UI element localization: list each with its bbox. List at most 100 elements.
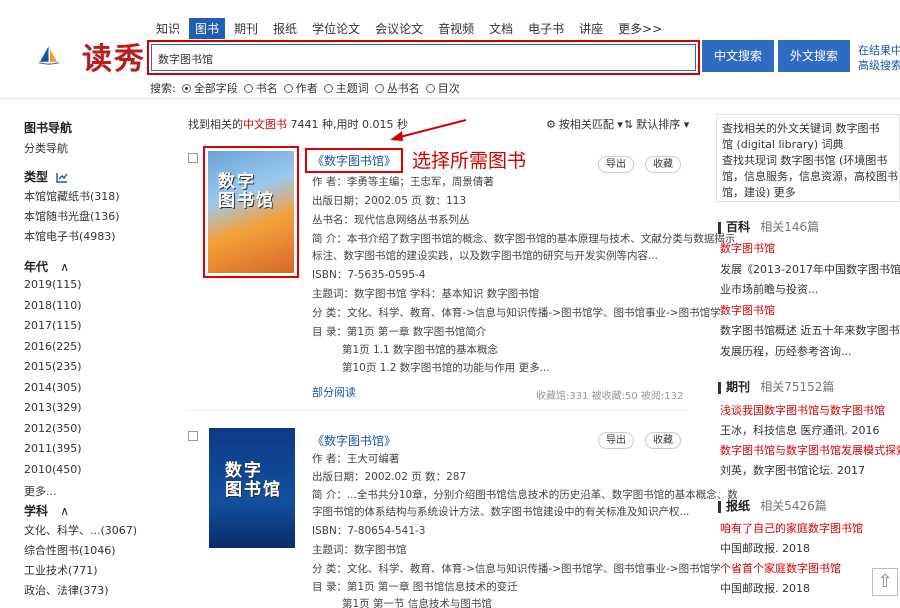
scope-radio-4[interactable] <box>374 83 384 93</box>
scope-option-label: 目次 <box>437 82 460 95</box>
scope-radio-3[interactable] <box>323 83 333 93</box>
book-1-export-button[interactable]: 导出 <box>598 156 634 173</box>
list-item[interactable]: 2016(225) <box>24 340 82 353</box>
list-item[interactable]: 咱有了自己的家庭数字图书馆 <box>720 520 863 536</box>
book-2-summary-1: 简 介：...全书共分10章，分别介绍图书馆信息技术的历史沿革、数字图书馆的基本… <box>312 489 738 501</box>
scope-label: 搜索: <box>150 82 176 95</box>
nav-item-8[interactable]: 电子书 <box>528 18 564 39</box>
list-item[interactable]: 浅谈我国数字图书馆与数字图书馆 <box>720 402 885 418</box>
list-item[interactable]: 本馆馆藏纸书(318) <box>24 188 120 204</box>
book-1-date-pages: 出版日期：2002.05 页 数：113 <box>312 195 467 207</box>
list-item[interactable]: 2011(395) <box>24 442 82 455</box>
chinese-search-button[interactable]: 中文搜索 <box>702 40 774 72</box>
nav-item-1[interactable]: 图书 <box>189 18 226 39</box>
scope-radio-5[interactable] <box>425 83 435 93</box>
baike-header: 百科 相关146篇 <box>718 218 819 235</box>
search-input[interactable]: 数字图书馆 <box>151 44 696 71</box>
list-item[interactable]: 王冰，科技信息 医疗通讯. 2016 <box>720 422 879 438</box>
right-keyword-line-2[interactable]: 馆 (digital library) 词典 <box>722 136 844 152</box>
book-1-favorite-button[interactable]: 收藏 <box>645 156 681 173</box>
list-item[interactable]: 业市场前瞻与投资... <box>720 281 819 297</box>
annotation-arrow-icon <box>390 119 467 141</box>
book-2-cover[interactable]: 数字 图书馆 <box>209 428 295 548</box>
book-1-toc-1: 目 录：第1页 第一章 数字图书馆简介 <box>312 326 487 338</box>
book-2-author: 作 者：王大可编著 <box>312 453 400 465</box>
list-item[interactable]: 数字图书馆与数字图书馆发展模式探索 <box>720 442 900 458</box>
list-item[interactable]: 个省首个家庭数字图书馆 <box>720 560 841 576</box>
nav-item-6[interactable]: 音视频 <box>438 18 474 39</box>
list-item[interactable]: 政治、法律(373) <box>24 582 109 598</box>
list-item[interactable]: 刘英，数字图书馆论坛. 2017 <box>720 462 865 478</box>
list-item[interactable]: 2013(329) <box>24 401 82 414</box>
advanced-search-link[interactable]: 高级搜索 <box>858 57 900 73</box>
list-item[interactable]: 数字图书馆概述 近五十年来数字图书馆的 <box>720 322 900 338</box>
book-2-checkbox[interactable] <box>188 431 198 441</box>
nav-item-7[interactable]: 文档 <box>489 18 513 39</box>
scope-option-label: 丛书名 <box>386 82 420 95</box>
nav-item-10[interactable]: 更多>> <box>618 18 662 39</box>
scope-option-label: 书名 <box>255 82 278 95</box>
list-item[interactable]: 2010(450) <box>24 463 82 476</box>
sort-match-dropdown[interactable]: ⚙ 按相关匹配 ▾ <box>546 116 623 132</box>
list-item[interactable]: 数字图书馆 <box>720 302 775 318</box>
list-item[interactable]: 工业技术(771) <box>24 562 98 578</box>
list-item[interactable]: 数字图书馆 <box>720 240 775 256</box>
list-item[interactable]: 中国邮政报. 2018 <box>720 540 810 556</box>
chevron-up-icon[interactable]: ∧ <box>60 260 69 274</box>
nav-item-9[interactable]: 讲座 <box>579 18 603 39</box>
book-1-series: 丛书名：现代信息网络丛书系列丛 <box>312 214 470 226</box>
book-2-cover-title: 数字 图书馆 <box>225 461 282 500</box>
book-1-subject: 主题词：数字图书馆 学科：基本知识 数字图书馆 <box>312 288 540 300</box>
book-1-partial-read-link[interactable]: 部分阅读 <box>312 384 356 400</box>
list-item[interactable]: 2019(115) <box>24 278 82 291</box>
list-item[interactable]: 中国邮政报. 2018 <box>720 580 810 596</box>
list-item[interactable]: 2015(235) <box>24 360 82 373</box>
back-to-top-icon[interactable]: ⇧ <box>872 568 898 596</box>
book-2-export-button[interactable]: 导出 <box>598 432 634 449</box>
right-keyword-line-1[interactable]: 查找相关的外文关键词 数字图书 <box>722 120 880 136</box>
book-1-class: 分 类：文化、科学、教育、体育->信息与知识传播->图书馆学、图书馆事业->图书… <box>312 307 721 319</box>
right-keyword-line-3[interactable]: 查找共现词 数字图书馆 (环境图书 <box>722 152 887 168</box>
book-2-summary-2: 字图书馆的体系结构与系统设计方法、数字图书馆建设中的有关标准及知识产权... <box>312 506 690 518</box>
book-1-toc-2: 第1页 1.1 数字图书馆的基本概念 <box>342 344 499 356</box>
book-1-checkbox[interactable] <box>188 153 198 163</box>
list-item[interactable]: 2017(115) <box>24 319 82 332</box>
list-item[interactable]: 文化、科学、...(3067) <box>24 522 137 538</box>
list-item[interactable]: 更多... <box>24 483 57 499</box>
book-2-subject: 主题词：数字图书馆 <box>312 544 407 556</box>
search-in-results-link[interactable]: 在结果中搜 <box>858 42 900 58</box>
nav-item-5[interactable]: 会议论文 <box>375 18 423 39</box>
book-2-date-pages: 出版日期：2002.02 页 数：287 <box>312 471 467 483</box>
list-item[interactable]: 发展《2013-2017年中国数字图书馆行 <box>720 261 900 277</box>
scope-radio-0[interactable] <box>181 83 191 93</box>
list-item[interactable]: 本馆电子书(4983) <box>24 228 116 244</box>
sort-default-dropdown[interactable]: ⇅ 默认排序 ▾ <box>624 116 689 132</box>
nav-item-4[interactable]: 学位论文 <box>312 18 360 39</box>
journal-header: 期刊 相关75152篇 <box>718 378 834 395</box>
book-1-cover[interactable]: 数字 图书馆 <box>203 146 299 278</box>
list-item[interactable]: 2018(110) <box>24 299 82 312</box>
book-1-toc-3[interactable]: 第10页 1.2 数字图书馆的功能与作用 更多... <box>342 360 550 375</box>
list-item[interactable]: 2012(350) <box>24 422 82 435</box>
scope-radio-2[interactable] <box>283 83 293 93</box>
nav-item-0[interactable]: 知识 <box>156 18 180 39</box>
foreign-search-button[interactable]: 外文搜索 <box>778 40 850 72</box>
list-item[interactable]: 发展历程，历经参考咨询... <box>720 343 852 359</box>
book-2-favorite-button[interactable]: 收藏 <box>645 432 681 449</box>
book-1-author: 作 者：李勇等主编；王忠军，周景倩著 <box>312 176 494 188</box>
scope-radio-1[interactable] <box>243 83 253 93</box>
nav-item-2[interactable]: 期刊 <box>234 18 258 39</box>
right-keyword-line-5[interactable]: 馆，建设) 更多 <box>722 184 796 200</box>
logo-text[interactable]: 读秀 <box>82 34 146 78</box>
category-nav-link[interactable]: 分类导航 <box>24 140 68 156</box>
list-item[interactable]: 本馆随书光盘(136) <box>24 208 120 224</box>
search-box-highlight: 数字图书馆 <box>147 40 700 75</box>
chevron-up-icon[interactable]: ∧ <box>60 504 69 518</box>
book-2-title[interactable]: 《数字图书馆》 <box>312 432 396 449</box>
nav-item-3[interactable]: 报纸 <box>273 18 297 39</box>
list-item[interactable]: 综合性图书(1046) <box>24 542 116 558</box>
book-1-title[interactable]: 《数字图书馆》 <box>312 154 396 168</box>
sailboat-logo-icon[interactable] <box>38 36 84 76</box>
right-keyword-line-4[interactable]: 馆，信息服务，信息资源，高校图书 <box>722 168 898 184</box>
list-item[interactable]: 2014(305) <box>24 381 82 394</box>
